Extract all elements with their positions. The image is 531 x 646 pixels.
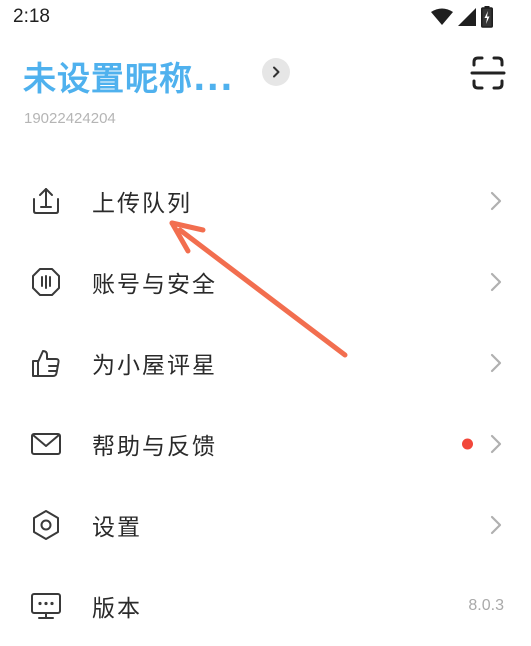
menu-item-label: 为小屋评星 (92, 352, 217, 379)
version-number: 8.0.3 (468, 596, 504, 614)
menu-item-label: 设置 (92, 514, 142, 541)
menu-item-version[interactable]: 版本 8.0.3 (0, 565, 531, 646)
menu-item-account-security[interactable]: 账号与安全 (0, 241, 531, 322)
menu-item-label: 帮助与反馈 (92, 433, 217, 460)
upload-icon (33, 187, 59, 214)
status-bar: 2:18 (0, 0, 531, 36)
cellular-signal-icon (458, 8, 476, 26)
battery-charging-icon (481, 6, 493, 28)
profile-header: 未设置昵称... 19022424204 (0, 40, 531, 140)
chevron-right-icon (490, 434, 502, 453)
settings-menu: 上传队列 账号与安全 为小屋评星 帮助与反馈 设置 版本 8.0.3 (0, 160, 531, 646)
wifi-icon (431, 8, 453, 25)
nickname[interactable]: 未设置昵称... (23, 52, 234, 100)
menu-item-rate-app[interactable]: 为小屋评星 (0, 322, 531, 403)
phone-number: 19022424204 (24, 110, 116, 127)
mail-icon (31, 432, 61, 455)
menu-item-upload-queue[interactable]: 上传队列 (0, 160, 531, 241)
chevron-right-icon (490, 353, 502, 372)
hexagon-settings-icon (33, 509, 59, 540)
menu-item-help-feedback[interactable]: 帮助与反馈 (0, 403, 531, 484)
chevron-right-icon (490, 191, 502, 210)
menu-item-settings[interactable]: 设置 (0, 484, 531, 565)
chevron-right-icon (490, 272, 502, 291)
scan-button[interactable] (468, 54, 508, 92)
thumbs-up-icon (32, 349, 60, 377)
chevron-right-icon (273, 66, 280, 78)
notification-badge (462, 438, 473, 449)
menu-item-label: 账号与安全 (92, 271, 217, 298)
profile-expand-button[interactable] (262, 58, 290, 86)
status-icons (431, 6, 493, 28)
scan-icon (470, 56, 506, 90)
menu-item-label: 版本 (92, 595, 142, 622)
monitor-icon (31, 592, 61, 619)
menu-item-label: 上传队列 (92, 190, 192, 217)
shield-icon (32, 267, 60, 296)
chevron-right-icon (490, 515, 502, 534)
status-time: 2:18 (13, 6, 50, 27)
